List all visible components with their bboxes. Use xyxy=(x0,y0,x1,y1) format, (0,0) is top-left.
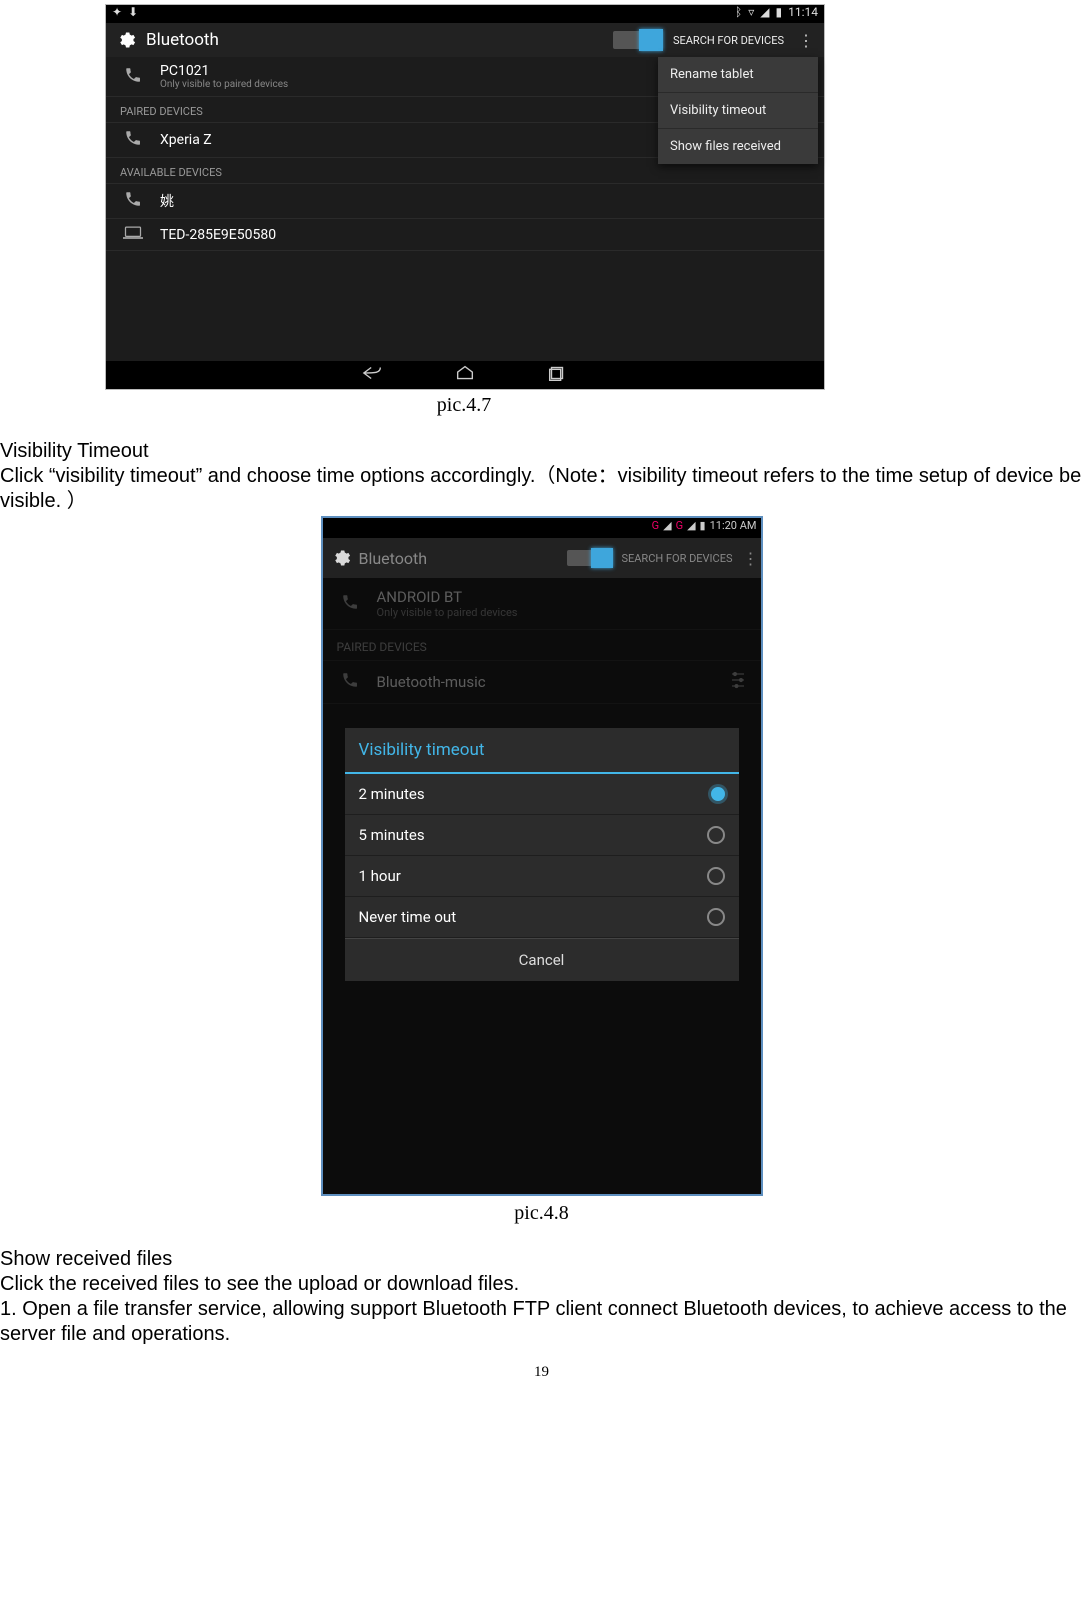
radio-icon xyxy=(707,826,725,844)
signal-icon: ◢ xyxy=(760,5,769,19)
phone-icon xyxy=(120,190,146,212)
nav-bar xyxy=(106,361,824,389)
laptop-icon xyxy=(120,225,146,244)
option-label: Never time out xyxy=(359,908,457,926)
visibility-timeout-dialog: Visibility timeout 2 minutes 5 minutes 1… xyxy=(345,728,739,981)
action-bar: Bluetooth SEARCH FOR DEVICES ⋮ xyxy=(106,23,824,57)
signal-icon: ◢ xyxy=(687,519,695,532)
figure-caption: pic.4.7 xyxy=(105,394,823,417)
toggle-knob xyxy=(639,29,663,51)
bluetooth-toggle[interactable] xyxy=(613,31,663,49)
home-icon[interactable] xyxy=(454,365,476,385)
dialog-option[interactable]: Never time out xyxy=(345,897,739,938)
battery-icon: ▮ xyxy=(776,5,783,19)
menu-rename-tablet[interactable]: Rename tablet xyxy=(658,57,818,93)
radio-icon xyxy=(707,908,725,926)
dialog-cancel-button[interactable]: Cancel xyxy=(345,938,739,981)
network-icon: G xyxy=(676,519,684,532)
screen-title: Bluetooth xyxy=(359,549,428,568)
section-heading: Visibility Timeout xyxy=(0,439,1083,464)
overflow-icon[interactable]: ⋮ xyxy=(741,549,761,568)
body-paragraph: 1. Open a file transfer service, allowin… xyxy=(0,1297,1083,1347)
dialog-title: Visibility timeout xyxy=(345,728,739,774)
action-bar: Bluetooth SEARCH FOR DEVICES ⋮ xyxy=(323,538,761,578)
screenshot-visibility-timeout: G ◢ G ◢ ▮ 11:20 AM Bluetooth SEARCH FOR … xyxy=(321,516,763,1196)
bluetooth-icon: ᛒ xyxy=(735,5,742,19)
page-number: 19 xyxy=(0,1364,1083,1381)
settings-icon[interactable] xyxy=(331,548,351,568)
status-bar: G ◢ G ◢ ▮ 11:20 AM xyxy=(323,518,761,538)
option-label: 2 minutes xyxy=(359,785,425,803)
body-paragraph: Click the received files to see the uplo… xyxy=(0,1272,1083,1297)
overflow-icon[interactable]: ⋮ xyxy=(794,31,824,50)
screenshot-bluetooth-menu: ✦ ⬇ ᛒ ▿ ◢ ▮ 11:14 Bluetooth SEARCH FOR D… xyxy=(105,4,825,390)
radio-selected-icon xyxy=(711,787,725,801)
dialog-option[interactable]: 1 hour xyxy=(345,856,739,897)
dialog-option[interactable]: 2 minutes xyxy=(345,774,739,815)
phone-icon xyxy=(120,66,146,88)
option-label: 5 minutes xyxy=(359,826,425,844)
wifi-icon: ▿ xyxy=(748,5,754,19)
available-device-name: 姚 xyxy=(160,191,174,211)
signal-icon: ◢ xyxy=(663,519,671,532)
clock: 11:14 xyxy=(788,5,818,19)
bluetooth-toggle[interactable] xyxy=(567,550,613,566)
download-icon: ⬇ xyxy=(128,5,138,19)
paired-device-name: Xperia Z xyxy=(160,132,212,148)
self-device-sub: Only visible to paired devices xyxy=(160,79,288,90)
option-label: 1 hour xyxy=(359,867,401,885)
search-devices-button[interactable]: SEARCH FOR DEVICES xyxy=(663,23,794,57)
available-device-row[interactable]: TED-285E9E50580 xyxy=(106,219,824,251)
phone-icon xyxy=(120,129,146,151)
available-device-name: TED-285E9E50580 xyxy=(160,227,276,243)
radio-icon xyxy=(707,867,725,885)
battery-icon: ▮ xyxy=(700,519,706,532)
search-devices-button[interactable]: SEARCH FOR DEVICES xyxy=(613,552,740,565)
available-device-row[interactable]: 姚 xyxy=(106,184,824,219)
self-device-name: PC1021 xyxy=(160,63,288,79)
settings-icon[interactable] xyxy=(116,30,136,50)
clock: 11:20 AM xyxy=(710,519,757,532)
screen-title: Bluetooth xyxy=(146,30,219,50)
menu-visibility-timeout[interactable]: Visibility timeout xyxy=(658,93,818,129)
toggle-knob xyxy=(591,548,613,568)
figure-caption: pic.4.8 xyxy=(0,1202,1083,1225)
status-bar: ✦ ⬇ ᛒ ▿ ◢ ▮ 11:14 xyxy=(106,5,824,23)
network-icon: G xyxy=(652,519,660,532)
notification-icon: ✦ xyxy=(112,5,122,19)
back-icon[interactable] xyxy=(362,365,384,385)
body-paragraph: Click “visibility timeout” and choose ti… xyxy=(0,464,1083,514)
dialog-option[interactable]: 5 minutes xyxy=(345,815,739,856)
recent-icon[interactable] xyxy=(546,365,568,385)
section-heading: Show received files xyxy=(0,1247,1083,1272)
overflow-menu: Rename tablet Visibility timeout Show fi… xyxy=(658,57,818,164)
menu-show-files-received[interactable]: Show files received xyxy=(658,129,818,164)
